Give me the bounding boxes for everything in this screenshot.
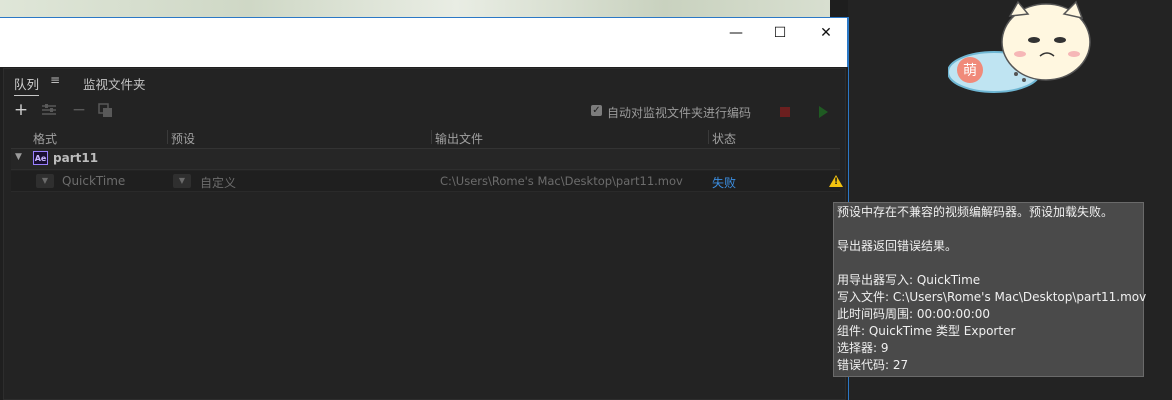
column-header-preset[interactable]: 预设 [171, 130, 195, 147]
table-row[interactable]: ▼ QuickTime ▼ 自定义 C:\Users\Rome's Mac\De… [11, 171, 843, 192]
queue-panel: 队列 ≡ 监视文件夹 + − ✓ 自动对监视文件夹进行编码 格式 预设 输出文件… [3, 68, 846, 400]
tooltip-line: 选择器: 9 [837, 341, 889, 355]
format-value[interactable]: QuickTime [62, 174, 125, 188]
start-queue-button[interactable] [819, 106, 828, 118]
desktop-wallpaper [0, 0, 830, 17]
cartoon-cat-sticker: 萌 [947, 0, 1108, 96]
tooltip-line: 用导出器写入: QuickTime [837, 273, 981, 287]
sliders-icon[interactable] [40, 101, 58, 119]
hamburger-icon[interactable]: ≡ [50, 73, 60, 87]
tooltip-line: 错误代码: 27 [837, 358, 909, 372]
column-header-output[interactable]: 输出文件 [435, 130, 483, 147]
queue-column-headers: 格式 预设 输出文件 状态 [11, 128, 840, 149]
tab-queue[interactable]: 队列 [14, 74, 40, 96]
tooltip-line: 导出器返回错误结果。 [837, 239, 958, 253]
group-name: part11 [53, 151, 99, 165]
chevron-down-icon[interactable]: ▼ [15, 152, 22, 162]
tooltip-line: 此时间码周围: 00:00:00:00 [837, 307, 991, 321]
tooltip-line: 组件: QuickTime 类型 Exporter [837, 324, 1016, 338]
duplicate-icon[interactable] [96, 101, 114, 119]
column-header-format[interactable]: 格式 [33, 130, 57, 147]
preset-value[interactable]: 自定义 [200, 174, 236, 191]
preset-dropdown-chevron-icon[interactable]: ▼ [173, 174, 191, 188]
auto-encode-label: 自动对监视文件夹进行编码 [607, 106, 752, 120]
tooltip-line [837, 255, 1140, 272]
auto-encode-checkbox[interactable]: ✓ [591, 105, 602, 116]
minus-icon[interactable]: − [70, 101, 88, 119]
format-dropdown-chevron-icon[interactable]: ▼ [36, 174, 54, 188]
tab-queue-label: 队列 [14, 77, 40, 92]
plus-icon[interactable]: + [12, 101, 30, 119]
tooltip-line: 预设中存在不兼容的视频编解码器。预设加载失败。 [837, 205, 1114, 219]
sticker-text: 萌 [963, 63, 977, 79]
title-bar: — ☐ ✕ [0, 17, 848, 67]
column-divider[interactable] [167, 130, 168, 144]
error-tooltip: 预设中存在不兼容的视频编解码器。预设加载失败。 导出器返回错误结果。 用导出器写… [833, 202, 1147, 377]
minimize-button[interactable]: — [724, 26, 748, 42]
column-header-status[interactable]: 状态 [712, 130, 736, 147]
close-button[interactable]: ✕ [814, 26, 838, 42]
column-divider[interactable] [708, 130, 709, 144]
tab-watch-folders[interactable]: 监视文件夹 [83, 74, 146, 93]
status-failed-link[interactable]: 失败 [712, 174, 736, 191]
queue-group-row[interactable]: ▼ Ae part11 [11, 149, 840, 170]
tab-watch-folders-label: 监视文件夹 [83, 77, 146, 92]
tooltip-line [837, 221, 1140, 238]
media-encoder-window: — ☐ ✕ 队列 ≡ 监视文件夹 + − ✓ 自动对监视文件夹进行编码 格式 预… [0, 17, 849, 400]
tooltip-line: 写入文件: C:\Users\Rome's Mac\Desktop\part11… [837, 290, 1147, 304]
after-effects-icon: Ae [33, 151, 48, 165]
maximize-button[interactable]: ☐ [768, 26, 792, 42]
column-divider[interactable] [431, 130, 432, 144]
stop-button[interactable] [780, 107, 790, 117]
warning-icon[interactable]: ! [829, 175, 843, 187]
output-file-path[interactable]: C:\Users\Rome's Mac\Desktop\part11.mov [440, 174, 683, 188]
